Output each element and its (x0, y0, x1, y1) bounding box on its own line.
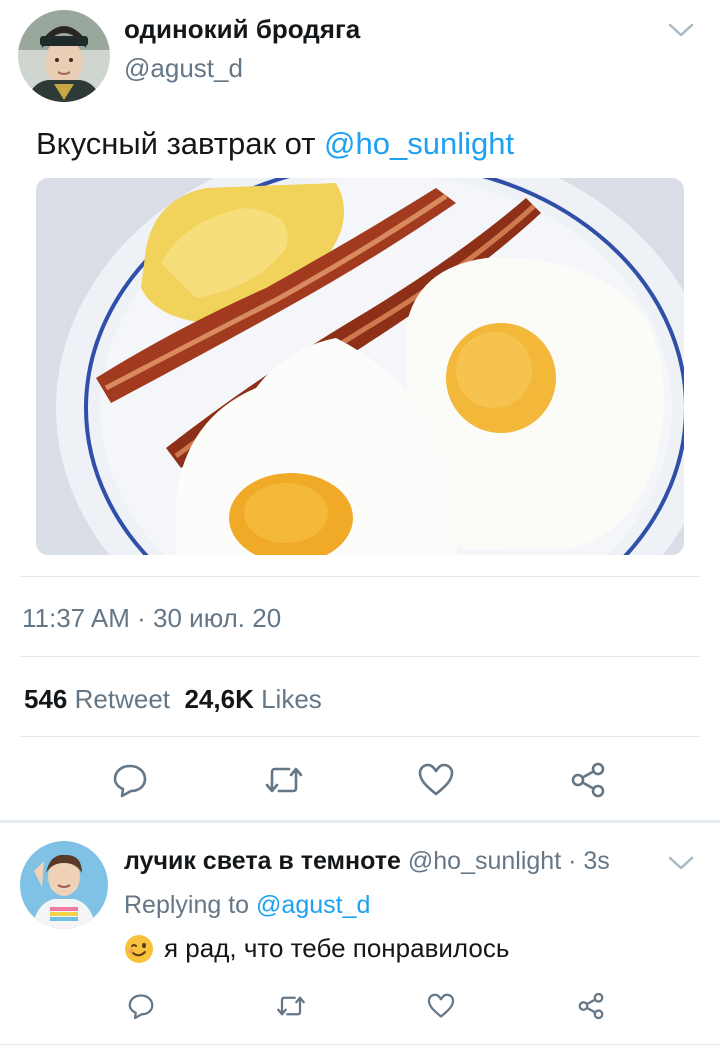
reply-author-avatar[interactable] (20, 841, 108, 929)
divider (20, 656, 700, 657)
replying-to-mention[interactable]: @agust_d (256, 891, 370, 919)
retweet-count[interactable]: 546 (24, 684, 67, 714)
replying-to: Replying to @agust_d (124, 891, 370, 920)
like-count[interactable]: 24,6K (184, 684, 253, 714)
mention-link[interactable]: @ho_sunlight (324, 126, 514, 161)
winking-face-emoji-icon (124, 934, 154, 964)
retweet-icon[interactable] (262, 758, 306, 802)
reply-icon[interactable] (108, 758, 152, 802)
share-icon[interactable] (574, 989, 608, 1023)
like-label[interactable]: Likes (261, 684, 322, 714)
tweet: одинокий бродяга @agust_d Вкусный завтра… (0, 0, 720, 822)
tweet-stats: 546 Retweet 24,6K Likes (24, 684, 322, 715)
tweet-timestamp[interactable]: 11:37 AM · 30 июл. 20 (22, 603, 281, 634)
like-icon[interactable] (414, 758, 458, 802)
chevron-down-icon[interactable] (666, 853, 696, 873)
reply-author-display-name[interactable]: лучик света в темноте (124, 847, 401, 875)
author-avatar[interactable] (18, 10, 110, 102)
breakfast-photo[interactable] (36, 178, 684, 555)
like-icon[interactable] (424, 989, 458, 1023)
reply-icon[interactable] (124, 989, 158, 1023)
chevron-down-icon[interactable] (666, 20, 696, 40)
tweet-text-body: Вкусный завтрак от (36, 126, 325, 161)
retweet-icon[interactable] (274, 989, 308, 1023)
divider (0, 1044, 720, 1045)
reply-author-meta[interactable]: @ho_sunlight · 3s (408, 847, 610, 875)
tweet-text: Вкусный завтрак от @ho_sunlight (36, 126, 514, 162)
divider (20, 576, 700, 577)
reply-tweet: лучик света в темноте @ho_sunlight · 3s … (0, 823, 720, 1050)
reply-text: я рад, что тебе понравилось (124, 933, 509, 964)
share-icon[interactable] (566, 758, 610, 802)
retweet-label[interactable]: Retweet (75, 684, 170, 714)
replying-to-label: Replying to (124, 891, 257, 919)
author-display-name[interactable]: одинокий бродяга (124, 14, 360, 45)
reply-text-body: я рад, что тебе понравилось (164, 933, 510, 963)
author-handle[interactable]: @agust_d (124, 53, 243, 84)
reply-header: лучик света в темноте @ho_sunlight · 3s (124, 847, 610, 876)
divider (20, 736, 700, 737)
